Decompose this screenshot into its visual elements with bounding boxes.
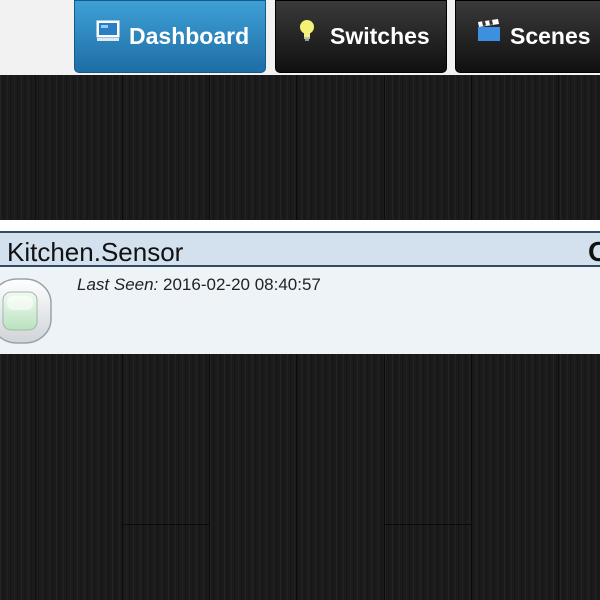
device-header: Kitchen.Sensor O bbox=[0, 231, 600, 267]
background-plank-seam bbox=[384, 524, 471, 525]
lightbulb-icon bbox=[296, 18, 322, 44]
device-status: O bbox=[588, 236, 600, 267]
device-name: Kitchen.Sensor bbox=[7, 237, 184, 267]
top-nav-bar: Dashboard Switches Scenes bbox=[0, 0, 600, 75]
tab-label-switches: Switches bbox=[330, 23, 430, 49]
device-body: Last Seen: 2016-02-20 08:40:57 bbox=[0, 267, 600, 354]
tab-dashboard[interactable]: Dashboard bbox=[74, 0, 266, 73]
motion-sensor-icon[interactable] bbox=[0, 278, 52, 344]
background-plank-seam bbox=[122, 524, 209, 525]
last-seen-label: Last Seen: bbox=[77, 275, 159, 294]
tab-scenes[interactable]: Scenes bbox=[455, 0, 600, 73]
tab-label-dashboard: Dashboard bbox=[129, 23, 250, 49]
tab-switches[interactable]: Switches bbox=[275, 0, 447, 73]
last-seen-text: Last Seen: 2016-02-20 08:40:57 bbox=[77, 275, 321, 295]
tab-label-scenes: Scenes bbox=[510, 23, 591, 49]
device-panel: Kitchen.Sensor O Last Seen: 2016-02-20 0… bbox=[0, 220, 600, 354]
dashboard-monitor-icon bbox=[95, 18, 121, 44]
last-seen-value: 2016-02-20 08:40:57 bbox=[163, 275, 321, 294]
clapperboard-icon bbox=[476, 18, 502, 44]
